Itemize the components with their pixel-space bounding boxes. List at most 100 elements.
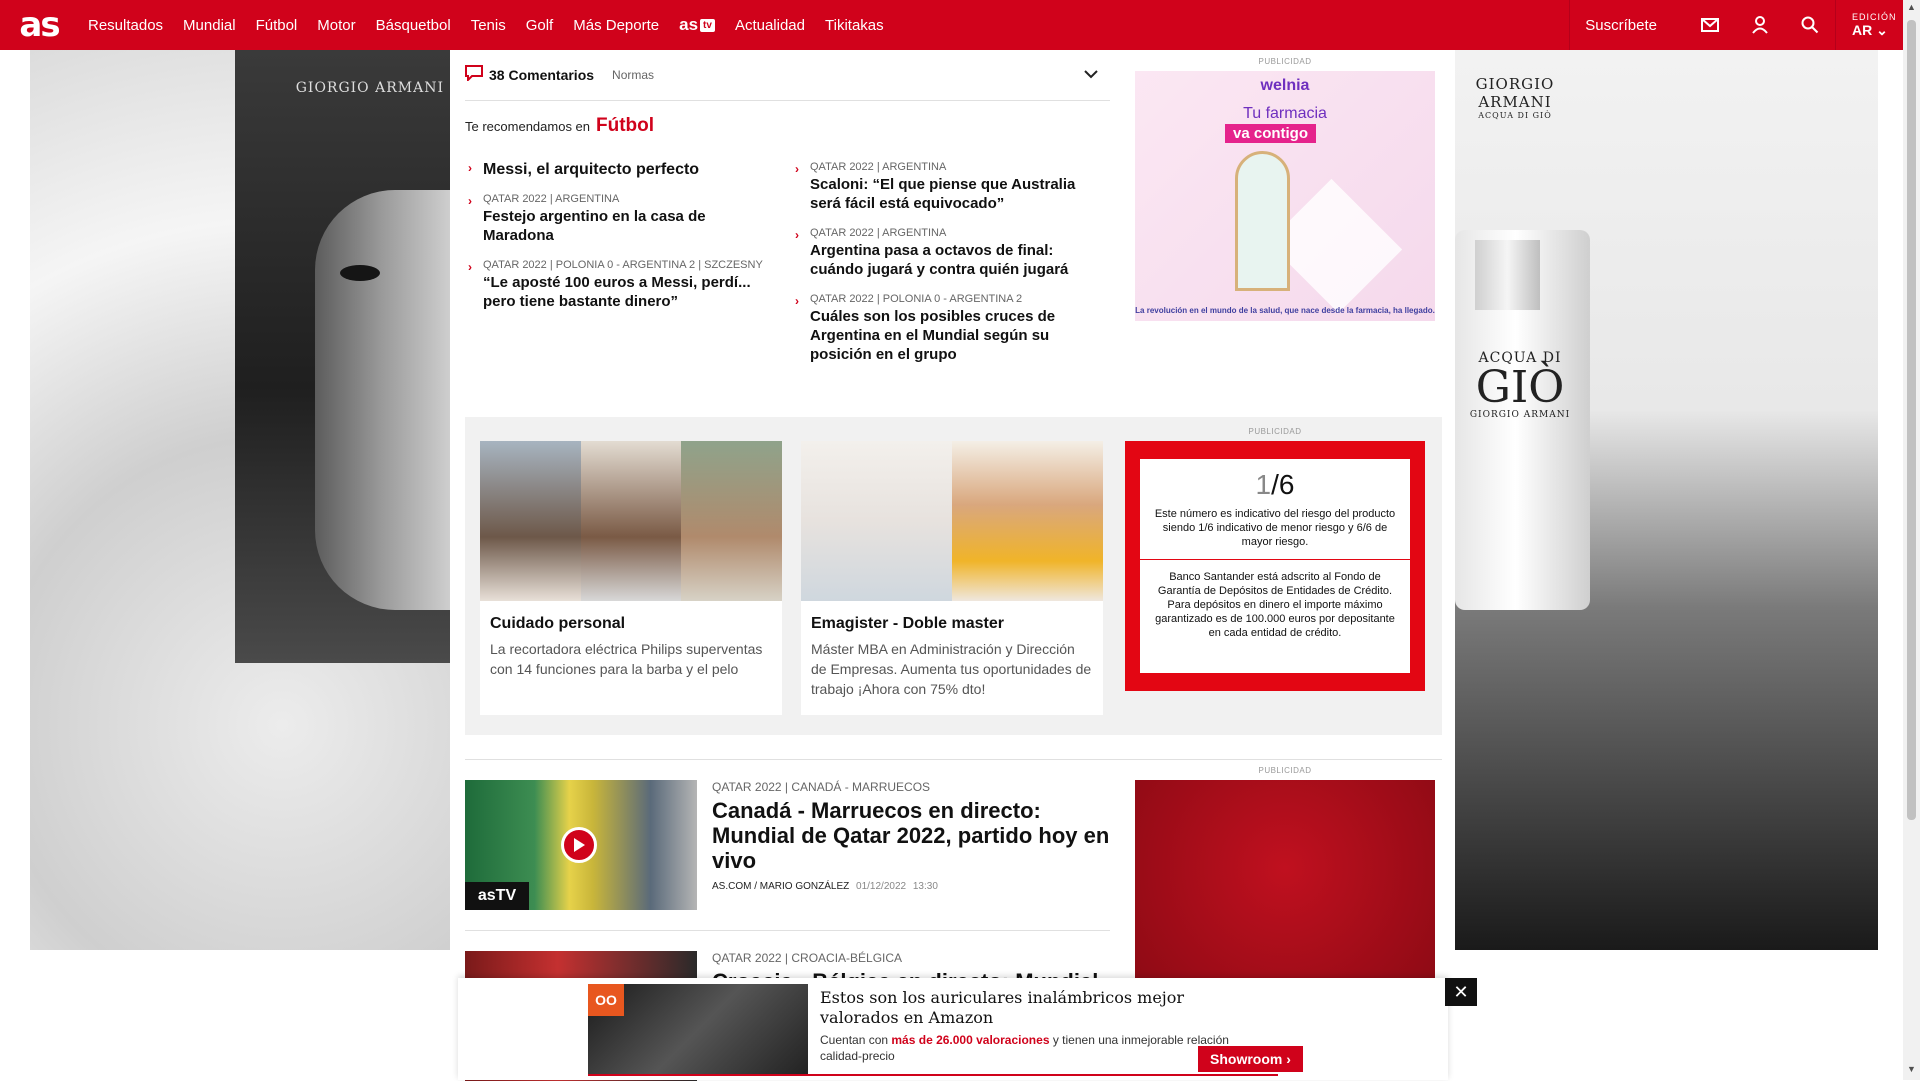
grooming-image	[480, 441, 783, 601]
news-date: 01/12/2022	[856, 881, 907, 892]
rec-title[interactable]: Messi, el arquitecto perfecto	[483, 160, 765, 179]
comment-icon	[465, 64, 483, 86]
top-nav: as Resultados Mundial Fútbol Motor Básqu…	[0, 0, 1903, 50]
card-desc: Máster MBA en Administración y Dirección…	[811, 641, 1092, 697]
ad-label: PUBLICIDAD	[1258, 766, 1312, 775]
welnia-ad[interactable]: welnia Tu farmacia va contigo La revoluc…	[1135, 71, 1435, 321]
list-item[interactable]: › QATAR 2022 | POLONIA 0 - ARGENTINA 2 |…	[465, 259, 765, 311]
nav-item-tenis[interactable]: Tenis	[461, 17, 516, 34]
recommend-header: Te recomendamos en Fútbol	[465, 115, 654, 137]
skin-ad-right[interactable]: GIORGIO ARMANI ACQUA DI GIÒ ACQUA DI GIÒ…	[1455, 50, 1878, 950]
play-icon[interactable]	[561, 827, 597, 863]
divider	[465, 930, 1110, 931]
news-author: AS.COM / MARIO GONZÁLEZ	[712, 881, 850, 892]
scroll-thumb[interactable]	[1907, 20, 1916, 820]
news-time: 13:30	[912, 881, 938, 892]
skin-right-sub: ACQUA DI GIÒ	[1478, 111, 1552, 120]
search-icon[interactable]	[1785, 0, 1835, 50]
nav-item-mas-deporte[interactable]: Más Deporte	[563, 17, 669, 34]
rec-title[interactable]: “Le aposté 100 euros a Messi, perdí... p…	[483, 273, 765, 311]
news-kicker[interactable]: QATAR 2022 | CROACIA-BÉLGICA	[712, 951, 1110, 965]
santander-ad[interactable]: 1/6 Este número es indicativo del riesgo…	[1125, 441, 1425, 691]
sponsored-card[interactable]: Cuidado personal La recortadora eléctric…	[480, 441, 783, 715]
nav-item-tikitakas[interactable]: Tikitakas	[815, 17, 894, 34]
scroll-up-icon[interactable]: ▲	[1906, 2, 1917, 16]
scroll-down-icon[interactable]: ▼	[1906, 1064, 1917, 1078]
card-title[interactable]: Emagister - Doble master	[811, 615, 1093, 633]
recommend-left-column: › Messi, el arquitecto perfecto › QATAR …	[465, 160, 765, 325]
newsletter-icon[interactable]	[1685, 0, 1735, 50]
chevron-right-icon: ›	[1286, 1051, 1291, 1067]
bottle-line-2: GIÒ	[1475, 362, 1565, 413]
list-item[interactable]: › QATAR 2022 | ARGENTINA Argentina pasa …	[792, 227, 1092, 279]
news-item[interactable]: asTV QATAR 2022 | CANADÁ - MARRUECOS Can…	[465, 780, 1110, 910]
news-kicker[interactable]: QATAR 2022 | CANADÁ - MARRUECOS	[712, 780, 1110, 794]
comments-bar[interactable]: 38 Comentarios Normas	[465, 50, 1110, 101]
user-icon[interactable]	[1735, 0, 1785, 50]
edition-label: EDICIÓN	[1852, 11, 1897, 22]
ad-label: PUBLICIDAD	[1248, 427, 1302, 436]
chevron-right-icon: ›	[468, 161, 472, 175]
chevron-down-icon[interactable]	[1084, 66, 1098, 84]
list-item[interactable]: › Messi, el arquitecto perfecto	[465, 160, 765, 179]
recommend-lead: Te recomendamos en	[465, 119, 591, 134]
nav-item-basquetbol[interactable]: Básquetbol	[366, 17, 461, 34]
welnia-tagline-2: va contigo	[1225, 124, 1317, 143]
comments-count[interactable]: 38 Comentarios	[489, 67, 594, 83]
news-meta: AS.COM / MARIO GONZÁLEZ 01/12/2022 13:30	[712, 881, 1110, 892]
close-icon[interactable]: ✕	[1445, 978, 1477, 1006]
nav-item-resultados[interactable]: Resultados	[78, 17, 173, 34]
ad-label: PUBLICIDAD	[1258, 57, 1312, 66]
doctor-image	[801, 441, 1103, 601]
rec-kicker: QATAR 2022 | ARGENTINA	[810, 161, 947, 173]
edition-selector[interactable]: EDICIÓN AR ⌄	[1835, 0, 1903, 50]
sticky-title[interactable]: Estos son los auriculares inalámbricos m…	[820, 988, 1240, 1028]
glasses-icon: OO	[588, 984, 624, 1016]
subscribe-button[interactable]: Suscríbete	[1569, 0, 1685, 50]
risk-text: Este número es indicativo del riesgo del…	[1140, 507, 1410, 560]
rec-title[interactable]: Cuáles son los posibles cruces de Argent…	[810, 307, 1092, 364]
nav-item-actualidad[interactable]: Actualidad	[725, 17, 815, 34]
rec-kicker: QATAR 2022 | POLONIA 0 - ARGENTINA 2 | S…	[483, 259, 763, 271]
divider	[465, 759, 1442, 760]
news-title[interactable]: Canadá - Marruecos en directo: Mundial d…	[712, 798, 1110, 873]
nav-item-astv[interactable]: as tv	[669, 15, 725, 35]
sponsored-block: Cuidado personal La recortadora eléctric…	[465, 417, 1442, 735]
chevron-right-icon: ›	[795, 294, 799, 308]
risk-fraction: 1/6	[1140, 469, 1410, 501]
mirror-image	[1235, 151, 1290, 291]
nav-menu: Resultados Mundial Fútbol Motor Básquetb…	[78, 0, 894, 50]
divider	[588, 1074, 1278, 1076]
chevron-down-icon: ⌄	[1876, 21, 1888, 38]
welnia-tagline: Tu farmacia	[1243, 105, 1327, 122]
list-item[interactable]: › QATAR 2022 | ARGENTINA Festejo argenti…	[465, 193, 765, 245]
sticky-desc: Cuentan con más de 26.000 valoraciones y…	[820, 1033, 1229, 1063]
rec-title[interactable]: Argentina pasa a octavos de final: cuánd…	[810, 241, 1092, 279]
rec-title[interactable]: Scaloni: “El que piense que Australia se…	[810, 175, 1092, 213]
news-thumbnail[interactable]: asTV	[465, 780, 697, 910]
card-title[interactable]: Cuidado personal	[490, 615, 772, 633]
recommend-section[interactable]: Fútbol	[596, 115, 654, 137]
as-logo[interactable]: as	[0, 0, 78, 50]
scrollbar[interactable]: ▲ ▼	[1903, 0, 1920, 1080]
skin-left-brand: GIORGIO ARMANI	[295, 80, 444, 96]
skin-ad-left[interactable]: GIORGIO ARMANI	[30, 50, 450, 950]
sticky-bottom-ad[interactable]: OO Estos son los auriculares inalámbrico…	[458, 978, 1448, 1080]
guarantee-text: Banco Santander está adscrito al Fondo d…	[1155, 571, 1395, 639]
list-item[interactable]: › QATAR 2022 | ARGENTINA Scaloni: “El qu…	[792, 161, 1092, 213]
nav-item-futbol[interactable]: Fútbol	[246, 17, 308, 34]
welnia-logo: welnia	[1260, 77, 1310, 94]
rec-title[interactable]: Festejo argentino en la casa de Maradona	[483, 207, 765, 245]
chevron-right-icon: ›	[468, 260, 472, 274]
nav-item-golf[interactable]: Golf	[516, 17, 564, 34]
welnia-footer: La revolución en el mundo de la salud, q…	[1135, 306, 1435, 315]
comments-norms-link[interactable]: Normas	[612, 68, 654, 82]
sponsored-card[interactable]: Emagister - Doble master Máster MBA en A…	[801, 441, 1103, 715]
rec-kicker: QATAR 2022 | ARGENTINA	[810, 227, 947, 239]
showroom-button[interactable]: Showroom ›	[1198, 1046, 1303, 1072]
chevron-right-icon: ›	[795, 162, 799, 176]
red-ad[interactable]	[1135, 780, 1435, 1000]
nav-item-mundial[interactable]: Mundial	[173, 17, 246, 34]
nav-item-motor[interactable]: Motor	[307, 17, 365, 34]
list-item[interactable]: › QATAR 2022 | POLONIA 0 - ARGENTINA 2 C…	[792, 293, 1092, 364]
